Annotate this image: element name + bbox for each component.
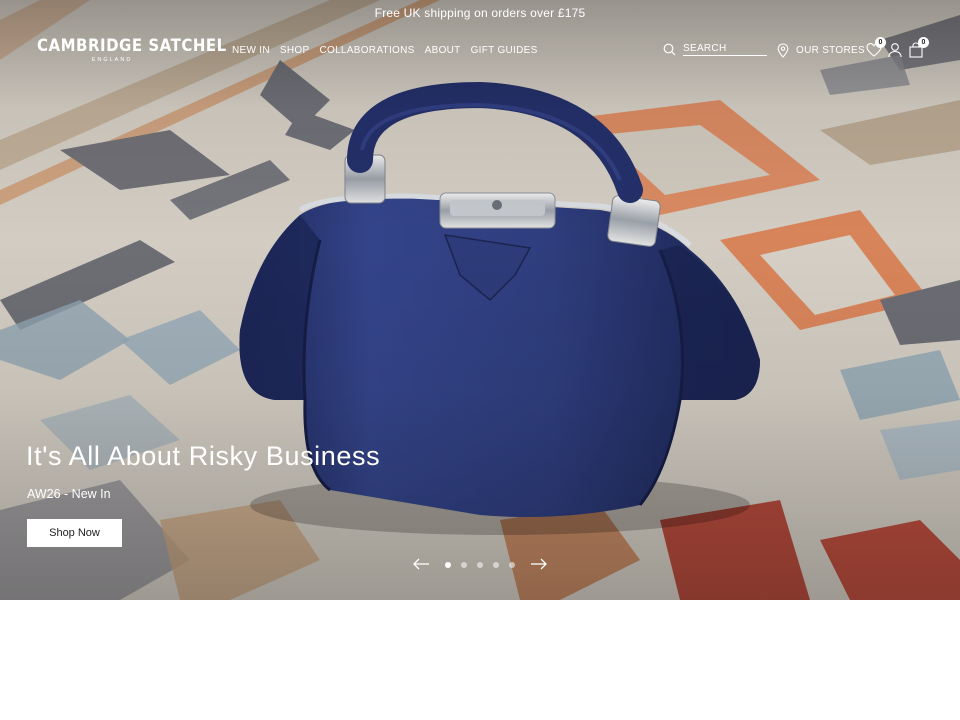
brand-logo[interactable]: CAMBRIDGE SATCHEL ENGLAND [37,34,227,63]
logo-wordmark: CAMBRIDGE SATCHEL [37,34,227,56]
our-stores-label: OUR STORES [796,45,865,56]
carousel-dot[interactable] [493,562,499,568]
location-pin-icon [777,43,789,58]
cart-count-badge: 0 [918,37,929,48]
nav-item-shop[interactable]: SHOP [280,45,310,56]
user-icon[interactable] [887,42,903,58]
carousel-dot[interactable] [461,562,467,568]
carousel-dot[interactable] [477,562,483,568]
hero-headline: It's All About Risky Business [26,441,381,471]
nav-item-collaborations[interactable]: COLLABORATIONS [319,45,414,56]
logo-subtext: ENGLAND [91,57,133,63]
hero-subline: AW26 - New In [27,487,111,501]
nav-item-new-in[interactable]: NEW IN [232,45,270,56]
nav-item-gift-guides[interactable]: GIFT GUIDES [471,45,538,56]
wishlist-count-badge: 0 [875,37,886,48]
nav-item-about[interactable]: ABOUT [425,45,461,56]
search-input[interactable] [683,43,767,56]
arrow-left-icon[interactable] [412,557,430,571]
our-stores-link[interactable]: OUR STORES [777,43,865,58]
hero-gradient-overlay [0,0,960,600]
carousel-dot[interactable] [445,562,451,568]
main-nav: NEW IN SHOP COLLABORATIONS ABOUT GIFT GU… [232,45,538,56]
arrow-right-icon[interactable] [530,557,548,571]
promo-bar: Free UK shipping on orders over £175 [374,6,586,20]
hero-banner [0,0,960,600]
shop-now-button[interactable]: Shop Now [27,519,122,547]
carousel-dot[interactable] [509,562,515,568]
search-bar [663,43,767,56]
carousel-dots [445,562,515,568]
search-icon[interactable] [663,43,676,56]
